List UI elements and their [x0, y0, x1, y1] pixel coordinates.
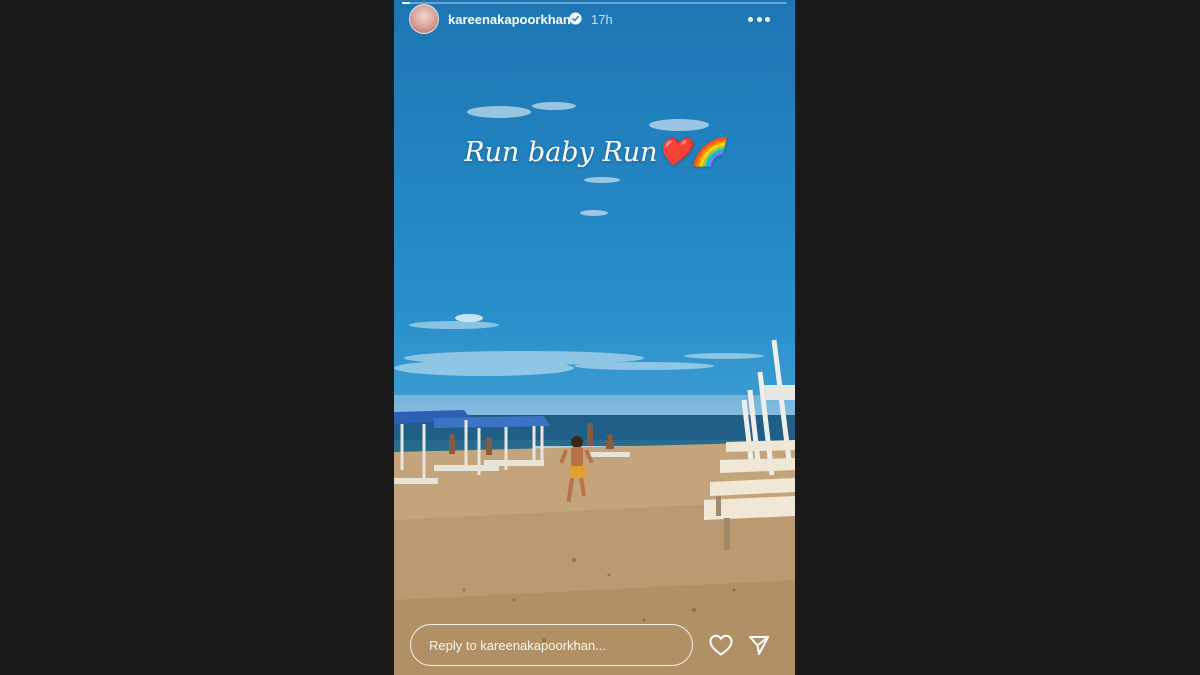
- story-timestamp: 17h: [591, 12, 613, 27]
- username[interactable]: kareenakapoorkhan: [448, 12, 571, 27]
- more-dots-icon[interactable]: [748, 10, 770, 28]
- verified-badge-icon: [569, 12, 582, 25]
- send-icon[interactable]: [748, 634, 770, 656]
- story-caption: Run baby Run❤️🌈: [464, 137, 725, 168]
- story-header: kareenakapoorkhan 17h: [394, 3, 795, 35]
- story-viewer[interactable]: kareenakapoorkhan 17h Run baby Run❤️🌈: [394, 0, 795, 675]
- reply-input[interactable]: [411, 625, 692, 665]
- avatar[interactable]: [409, 4, 439, 34]
- reply-field[interactable]: [410, 624, 693, 666]
- story-photo: [394, 102, 795, 675]
- heart-icon[interactable]: [709, 634, 733, 656]
